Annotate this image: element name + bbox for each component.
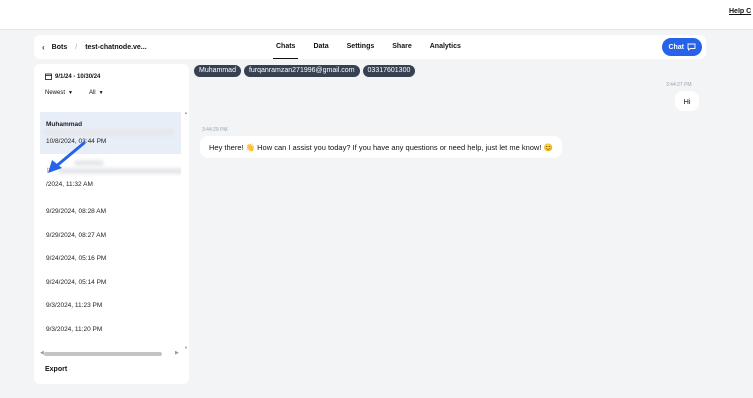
chat-datetime: 9/24/2024, 05:14 PM — [46, 278, 107, 286]
chat-datetime: /2024, 11:32 AM — [46, 180, 93, 188]
contact-email-chip: furqanramzan271996@gmail.com — [243, 65, 360, 77]
scroll-down-icon[interactable]: ▼ — [184, 345, 188, 350]
tab-analytics[interactable]: Analytics — [430, 35, 461, 59]
redacted-preview — [44, 129, 174, 136]
contact-name: Muhammad — [46, 121, 83, 128]
date-range-label: 9/1/24 - 10/30/24 — [55, 73, 101, 80]
chat-datetime: 9/3/2024, 11:20 PM — [46, 325, 103, 333]
export-button[interactable]: Export — [45, 366, 67, 373]
scroll-right-icon[interactable]: ▶ — [175, 350, 179, 356]
breadcrumb: ‹ Bots / test-chatnode.ve... — [42, 35, 147, 59]
status-filter-select[interactable]: All ▼ — [89, 90, 104, 96]
contact-name-chip: Muhammad — [194, 65, 241, 77]
top-bar: Help C — [0, 0, 753, 30]
calendar-icon — [45, 73, 52, 80]
breadcrumb-separator: / — [75, 43, 78, 51]
vertical-scrollbar[interactable]: ▲ ▼ — [184, 110, 188, 350]
scrollbar-thumb[interactable] — [44, 352, 162, 356]
chat-button[interactable]: Chat — [662, 38, 702, 56]
user-message-text: Hi — [683, 96, 691, 106]
sort-select[interactable]: Newest ▼ — [45, 90, 73, 96]
bot-navbar: ‹ Bots / test-chatnode.ve... Chats Data … — [34, 35, 706, 59]
back-to-bots-link[interactable]: Bots — [52, 44, 68, 51]
chat-datetime: 9/24/2024, 05:16 PM — [46, 255, 107, 263]
contact-info-chips: Muhammad furqanramzan271996@gmail.com 03… — [194, 65, 416, 77]
chat-button-label: Chat — [668, 43, 684, 51]
chat-datetime: 9/29/2024, 08:28 AM — [46, 208, 106, 216]
chat-bubble-icon — [687, 43, 696, 51]
chat-list-item[interactable]: 9/3/2024, 11:20 PM — [40, 318, 181, 342]
chat-datetime: 9/29/2024, 08:27 AM — [46, 231, 106, 239]
scroll-up-icon[interactable]: ▲ — [184, 110, 188, 115]
caret-down-icon: ▼ — [68, 90, 73, 96]
bot-message-text: Hey there! 👋 How can I assist you today?… — [209, 142, 553, 152]
bot-message-time: 3:44:29 PM — [202, 127, 228, 133]
chat-list-item[interactable]: 9/29/2024, 08:27 AM — [40, 224, 181, 248]
chat-list-item[interactable]: 9/3/2024, 11:23 PM — [40, 294, 181, 318]
sort-label: Newest — [45, 90, 66, 96]
date-range-picker[interactable]: 9/1/24 - 10/30/24 — [45, 73, 100, 80]
bot-message-bubble: Hey there! 👋 How can I assist you today?… — [200, 136, 562, 158]
tab-settings[interactable]: Settings — [347, 35, 375, 59]
user-message-bubble: Hi — [675, 91, 699, 111]
arrow-annotation-icon — [44, 140, 92, 181]
bot-name: test-chatnode.ve... — [85, 43, 147, 51]
chat-list-item[interactable]: 9/24/2024, 05:14 PM — [40, 271, 181, 295]
chevron-left-icon[interactable]: ‹ — [42, 43, 45, 52]
contact-phone-chip: 03317601300 — [362, 65, 416, 77]
user-message-time: 3:44:27 PM — [666, 82, 692, 88]
list-filters: Newest ▼ All ▼ — [45, 90, 104, 96]
filter-label: All — [88, 90, 96, 96]
tab-share[interactable]: Share — [392, 35, 411, 59]
caret-down-icon: ▼ — [98, 90, 104, 96]
help-link[interactable]: Help C — [729, 8, 753, 15]
chat-datetime: 9/3/2024, 11:23 PM — [46, 302, 103, 310]
bot-tabs: Chats Data Settings Share Analytics — [272, 35, 479, 59]
tab-data[interactable]: Data — [313, 35, 328, 59]
chat-list-item[interactable]: 9/29/2024, 08:28 AM — [40, 200, 181, 224]
chat-list-item[interactable]: 9/24/2024, 05:16 PM — [40, 247, 181, 271]
tab-chats[interactable]: Chats — [272, 35, 299, 59]
horizontal-scrollbar[interactable]: ◀ ▶ — [40, 350, 181, 357]
chat-list-panel: 9/1/24 - 10/30/24 Newest ▼ All ▼ Muhammad … — [34, 64, 189, 384]
